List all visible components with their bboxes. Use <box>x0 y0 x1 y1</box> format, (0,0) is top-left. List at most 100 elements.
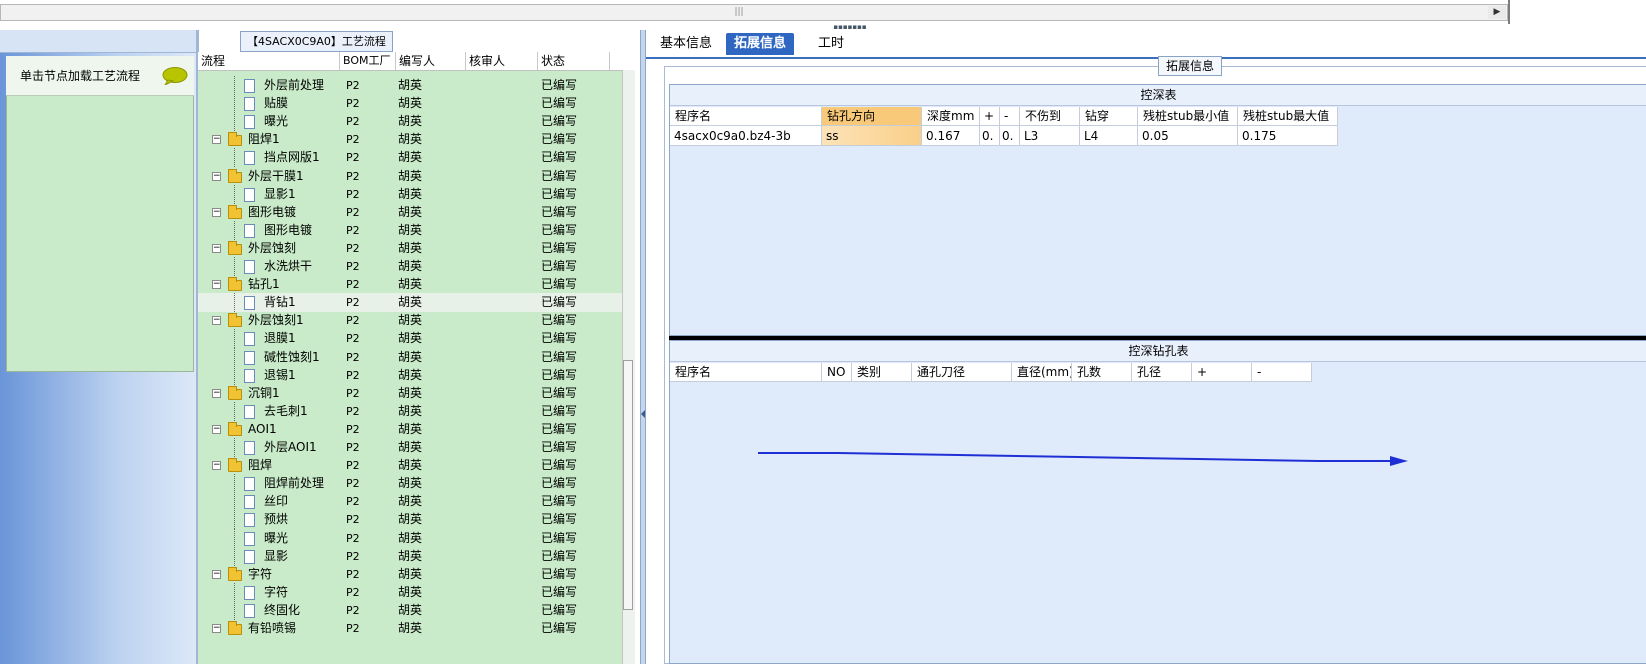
col-header-flow[interactable]: 流程 <box>198 52 340 70</box>
col-header-status[interactable]: 状态 <box>538 52 610 70</box>
depth-cell[interactable]: ss <box>822 126 922 146</box>
tree-row[interactable]: 字符 P2 胡英 已编写 <box>198 583 634 602</box>
depth-cell[interactable]: 0.175 <box>1238 126 1338 146</box>
tree-row[interactable]: 图形电镀 P2 胡英 已编写 <box>198 221 634 240</box>
tab-extended-info[interactable]: 拓展信息 <box>726 33 795 55</box>
tree-row[interactable]: 外层前处理 P2 胡英 已编写 <box>198 76 634 95</box>
tree-row[interactable]: − 阻焊 P2 胡英 已编写 <box>198 456 634 475</box>
tree-row[interactable]: 水洗烘干 P2 胡英 已编写 <box>198 257 634 276</box>
tab-basic-info[interactable]: 基本信息 <box>652 33 720 55</box>
tree-node-bom: P2 <box>346 369 360 382</box>
depth-cell[interactable]: 4sacx0c9a0.bz4-3b <box>670 126 822 146</box>
hole-col-header[interactable]: 类别 <box>852 363 912 382</box>
tree-row[interactable]: − 字符 P2 胡英 已编写 <box>198 565 634 584</box>
depth-cell[interactable]: 0. <box>980 126 1000 146</box>
tree-node-name: 外层干膜1 <box>248 169 304 183</box>
splitter-grip-icon[interactable]: ▪▪▪▪▪▪▪ <box>826 24 874 31</box>
collapse-toggle-icon[interactable]: − <box>212 135 221 144</box>
collapse-toggle-icon[interactable]: − <box>212 208 221 217</box>
col-header-author[interactable]: 编写人 <box>396 52 466 70</box>
hole-col-header[interactable]: 直径(mm) <box>1012 363 1072 382</box>
process-tree: 外层前处理 P2 胡英 已编写 贴膜 P2 胡英 已编写 曝光 P2 胡英 已编写 − 阻焊1 P2 胡英 已编… <box>198 52 634 664</box>
hole-col-header[interactable]: 孔径 <box>1132 363 1192 382</box>
depth-col-header[interactable]: 不伤到 <box>1020 107 1080 126</box>
depth-col-header[interactable]: 程序名 <box>670 107 822 126</box>
depth-col-header[interactable]: 残桩stub最大值 <box>1238 107 1338 126</box>
tab-work-hours[interactable]: 工时 <box>810 33 852 55</box>
collapse-toggle-icon[interactable]: − <box>212 172 221 181</box>
tree-node-author: 胡英 <box>398 169 423 183</box>
depth-cell[interactable]: 0. <box>1000 126 1020 146</box>
tree-node-name: 背钻1 <box>264 295 296 309</box>
collapse-toggle-icon[interactable]: − <box>212 280 221 289</box>
depth-col-header[interactable]: + <box>980 107 1000 126</box>
tree-row[interactable]: 背钻1 P2 胡英 已编写 <box>198 293 634 312</box>
hole-col-header[interactable]: 通孔刀径 <box>912 363 1012 382</box>
collapse-toggle-icon[interactable]: − <box>212 389 221 398</box>
depth-col-header[interactable]: - <box>1000 107 1020 126</box>
collapse-left-icon[interactable] <box>641 410 645 418</box>
tree-node-author: 胡英 <box>398 458 423 472</box>
collapse-toggle-icon[interactable]: − <box>212 244 221 253</box>
tree-row[interactable]: 终固化 P2 胡英 已编写 <box>198 601 634 620</box>
tree-row[interactable]: 碱性蚀刻1 P2 胡英 已编写 <box>198 348 634 367</box>
tree-row[interactable]: 退锡1 P2 胡英 已编写 <box>198 366 634 385</box>
tree-scroll-thumb[interactable] <box>623 360 633 610</box>
tree-row[interactable]: − 钻孔1 P2 胡英 已编写 <box>198 275 634 294</box>
depth-cell[interactable]: 0.05 <box>1138 126 1238 146</box>
tree-row[interactable]: 丝印 P2 胡英 已编写 <box>198 492 634 511</box>
depth-col-header[interactable]: 钻孔方向 <box>822 107 922 126</box>
tree-row[interactable]: − 有铅喷锡 P2 胡英 已编写 <box>198 619 634 638</box>
depth-cell[interactable]: L4 <box>1080 126 1138 146</box>
scroll-grip-icon[interactable]: ||| <box>732 7 746 18</box>
collapse-toggle-icon[interactable]: − <box>212 570 221 579</box>
tree-row[interactable]: 显影 P2 胡英 已编写 <box>198 547 634 566</box>
collapse-toggle-icon[interactable]: − <box>212 624 221 633</box>
tree-node-name: 碱性蚀刻1 <box>264 350 320 364</box>
tree-row[interactable]: − 外层干膜1 P2 胡英 已编写 <box>198 167 634 186</box>
depth-cell[interactable]: L3 <box>1020 126 1080 146</box>
depth-cell[interactable]: 0.167 <box>922 126 980 146</box>
col-header-bom[interactable]: BOM工厂 <box>340 52 396 70</box>
tree-row[interactable]: − 外层蚀刻 P2 胡英 已编写 <box>198 239 634 258</box>
tree-row[interactable]: 曝光 P2 胡英 已编写 <box>198 529 634 548</box>
tree-row[interactable]: 贴膜 P2 胡英 已编写 <box>198 94 634 113</box>
tree-row[interactable]: 外层AOI1 P2 胡英 已编写 <box>198 438 634 457</box>
tree-node-bom: P2 <box>346 568 360 581</box>
tree-row[interactable]: − 阻焊1 P2 胡英 已编写 <box>198 130 634 149</box>
tree-row[interactable]: − 沉铜1 P2 胡英 已编写 <box>198 384 634 403</box>
tree-node-status: 已编写 <box>541 241 578 255</box>
depth-col-header[interactable]: 深度mm <box>922 107 980 126</box>
tree-node-status: 已编写 <box>541 440 578 454</box>
hole-col-header[interactable]: + <box>1192 363 1252 382</box>
hole-col-header[interactable]: 孔数 <box>1072 363 1132 382</box>
tree-row[interactable]: 曝光 P2 胡英 已编写 <box>198 112 634 131</box>
col-header-reviewer[interactable]: 核审人 <box>466 52 538 70</box>
tree-row[interactable]: − AOI1 P2 胡英 已编写 <box>198 420 634 439</box>
tree-row[interactable]: − 外层蚀刻1 P2 胡英 已编写 <box>198 311 634 330</box>
tree-row[interactable]: 显影1 P2 胡英 已编写 <box>198 185 634 204</box>
tree-row[interactable]: 去毛刺1 P2 胡英 已编写 <box>198 402 634 421</box>
hole-col-header[interactable]: NO <box>822 363 852 382</box>
tree-node-status: 已编写 <box>541 549 578 563</box>
tree-row[interactable]: − 图形电镀 P2 胡英 已编写 <box>198 203 634 222</box>
tree-connector <box>234 221 235 240</box>
tree-node-author: 胡英 <box>398 549 423 563</box>
hole-col-header[interactable]: 程序名 <box>670 363 822 382</box>
tree-row[interactable]: 挡点网版1 P2 胡英 已编写 <box>198 148 634 167</box>
hole-col-header[interactable]: - <box>1252 363 1312 382</box>
collapse-toggle-icon[interactable]: − <box>212 316 221 325</box>
tree-node-name: 贴膜 <box>264 96 289 110</box>
tree-row[interactable]: 阻焊前处理 P2 胡英 已编写 <box>198 474 634 493</box>
depth-col-header[interactable]: 残桩stub最小值 <box>1138 107 1238 126</box>
tree-row[interactable]: 退膜1 P2 胡英 已编写 <box>198 329 634 348</box>
tree-node-bom: P2 <box>346 224 360 237</box>
tree-row[interactable]: 预烘 P2 胡英 已编写 <box>198 510 634 529</box>
collapse-toggle-icon[interactable]: − <box>212 425 221 434</box>
scroll-right-arrow-icon[interactable]: ▶ <box>1488 6 1506 19</box>
tree-node-author: 胡英 <box>398 187 423 201</box>
depth-col-header[interactable]: 钻穿 <box>1080 107 1138 126</box>
tree-node-name: 曝光 <box>264 531 289 545</box>
collapse-toggle-icon[interactable]: − <box>212 461 221 470</box>
horizontal-scrollbar[interactable]: ||| ▶ <box>0 4 1508 21</box>
